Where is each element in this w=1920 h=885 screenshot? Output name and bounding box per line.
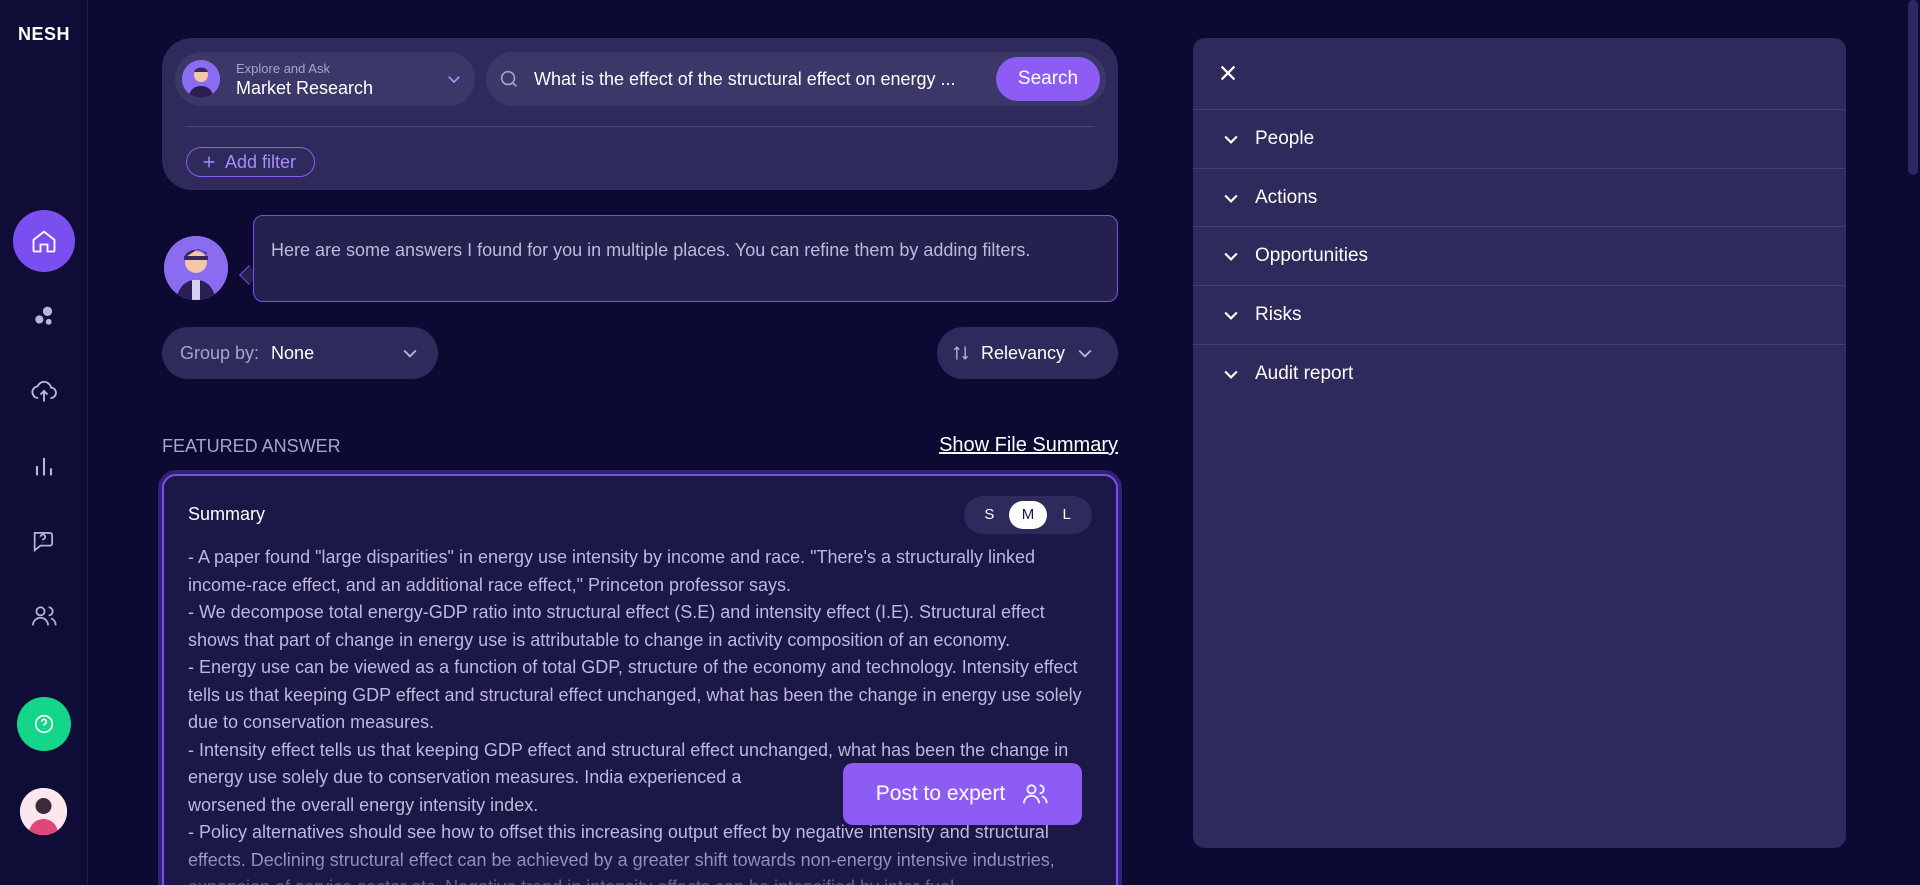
assistant-avatar [164, 236, 228, 300]
close-panel-button[interactable] [1213, 58, 1243, 88]
summary-fade [164, 842, 1116, 885]
cloud-upload-icon [31, 380, 57, 402]
accordion-actions[interactable]: Actions [1193, 168, 1846, 226]
search-input[interactable]: What is the effect of the structural eff… [534, 52, 994, 106]
post-to-expert-button[interactable]: Post to expert [843, 763, 1082, 825]
summary-line: - A paper found "large disparities" in e… [188, 547, 1036, 595]
context-caption: Explore and Ask [236, 61, 330, 76]
accordion-label: Opportunities [1255, 244, 1369, 266]
accordion-opportunities[interactable]: Opportunities [1193, 226, 1846, 284]
accordion-audit-report[interactable]: Audit report [1193, 344, 1846, 402]
bar-chart-icon [35, 457, 53, 476]
group-by-label: Group by: [180, 342, 260, 363]
sort-select[interactable]: Relevancy [937, 327, 1118, 379]
clusters-nav-button[interactable] [13, 285, 75, 347]
featured-answer-label: FEATURED ANSWER [162, 436, 341, 456]
chevron-down-icon [403, 349, 417, 358]
accordion-label: People [1255, 127, 1315, 149]
help-icon [34, 714, 54, 734]
accordion-label: Risks [1255, 303, 1302, 325]
chevron-down-icon [1224, 194, 1238, 203]
experts-nav-button[interactable] [13, 585, 75, 647]
upload-nav-button[interactable] [13, 360, 75, 422]
add-filter-button[interactable]: Add filter [186, 147, 316, 177]
help-button[interactable] [17, 697, 71, 751]
search-divider [186, 126, 1094, 127]
user-avatar[interactable] [20, 788, 67, 835]
summary-line: - Energy use can be viewed as a function… [188, 657, 1082, 732]
sort-value: Relevancy [981, 342, 1066, 363]
summary-title: Summary [188, 504, 266, 524]
users-icon [1023, 784, 1048, 804]
close-icon [1220, 65, 1236, 81]
home-nav-button[interactable] [13, 210, 75, 272]
chevron-down-icon [1224, 370, 1238, 379]
page-scrollbar[interactable] [1908, 0, 1918, 175]
size-option-l[interactable]: L [1047, 501, 1086, 529]
user-photo-icon [20, 788, 67, 835]
accordion-label: Actions [1255, 186, 1318, 208]
group-by-select[interactable]: Group by: None [162, 327, 438, 379]
search-icon [500, 70, 517, 87]
home-icon [32, 230, 56, 253]
chevron-down-icon [1078, 349, 1092, 358]
analytics-nav-button[interactable] [13, 435, 75, 497]
chevron-down-icon [1224, 135, 1238, 144]
post-to-expert-label: Post to expert [875, 782, 1006, 805]
summary-line: - We decompose total energy-GDP ratio in… [188, 602, 1045, 650]
context-value: Market Research [236, 78, 374, 98]
sidebar: NESH [0, 0, 88, 885]
accordion-risks[interactable]: Risks [1193, 285, 1846, 343]
chevron-down-icon [1224, 252, 1238, 261]
size-option-m[interactable]: M [1008, 501, 1048, 529]
accordion-people[interactable]: People [1193, 109, 1846, 167]
clusters-icon [35, 306, 53, 325]
context-select[interactable]: Explore and Ask Market Research [175, 52, 475, 106]
search-button[interactable]: Search [996, 57, 1100, 101]
assistant-message: Here are some answers I found for you in… [253, 215, 1118, 302]
size-option-s[interactable]: S [970, 501, 1009, 529]
question-chat-icon [33, 531, 54, 553]
accordion-label: Audit report [1255, 362, 1354, 384]
questions-nav-button[interactable] [13, 510, 75, 572]
search-card: Explore and Ask Market Research What is … [162, 38, 1118, 190]
show-file-summary-link[interactable]: Show File Summary [939, 434, 1118, 457]
summary-text: - A paper found "large disparities" in e… [188, 544, 1098, 885]
context-avatar [182, 60, 220, 98]
chevron-down-icon [448, 76, 460, 84]
app-logo: NESH [17, 24, 70, 44]
summary-size-toggle: S M L [964, 496, 1092, 534]
add-filter-label: Add filter [225, 151, 297, 172]
plus-icon [203, 156, 215, 168]
users-icon [32, 606, 57, 626]
chevron-down-icon [1224, 311, 1238, 320]
search-box: What is the effect of the structural eff… [486, 52, 1106, 106]
details-panel: People Actions Opportunities Risks Audit… [1193, 38, 1846, 848]
sort-arrows-icon [953, 346, 969, 360]
group-by-value: None [271, 342, 315, 363]
